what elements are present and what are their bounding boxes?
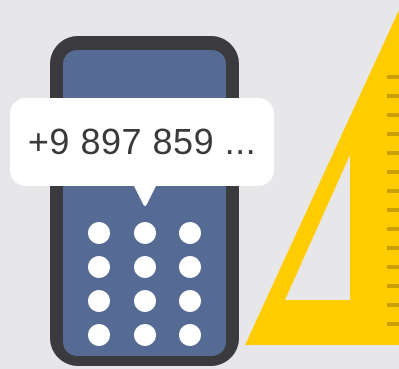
phone-number-illustration: +9 897 859 ... xyxy=(0,0,399,369)
phone-number-text: +9 897 859 ... xyxy=(27,121,257,162)
bubble-tail xyxy=(132,182,158,206)
phone-number-bubble: +9 897 859 ... xyxy=(10,98,274,186)
